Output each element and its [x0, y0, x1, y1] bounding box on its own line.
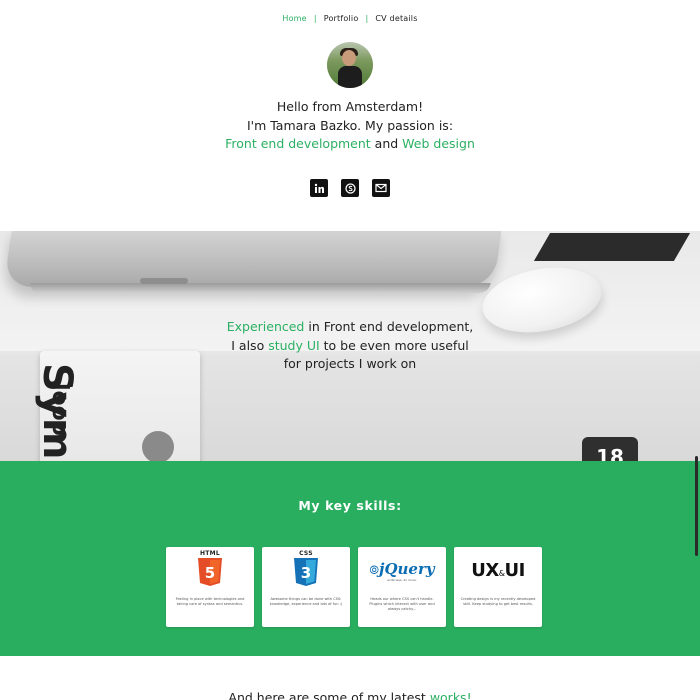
- passion-front-end: Front end development: [225, 136, 371, 151]
- latest-works: And here are some of my latest works!: [0, 690, 700, 700]
- hero-cube: 18: [582, 437, 638, 461]
- hero-experienced: Experienced: [226, 319, 305, 334]
- skills-cards: HTML 5 Feeling in place with technologie…: [166, 547, 542, 627]
- ux-label: UX: [471, 559, 499, 581]
- intro-passions: Front end development and Web design: [0, 135, 700, 154]
- hero-laptop: [3, 231, 503, 287]
- skills-title: My key skills:: [298, 498, 402, 513]
- hero-line-2-suffix: to be even more useful: [319, 337, 469, 353]
- jquery-logo: ⦾jQuery write less, do more.: [369, 559, 434, 582]
- ux-ui-icon: UX&UI: [454, 553, 542, 587]
- hero-sticker: [142, 431, 174, 461]
- main-nav: Home | Portfolio | CV details: [0, 14, 700, 23]
- skype-icon[interactable]: [341, 179, 359, 197]
- scrollbar-thumb[interactable]: [695, 456, 698, 556]
- skill-card-uxui[interactable]: UX&UI Creating design is my recently dev…: [454, 547, 542, 627]
- hero-laptop-edge: [29, 283, 491, 293]
- css3-label: CSS: [299, 549, 313, 557]
- avatar-body: [338, 66, 362, 88]
- nav-portfolio[interactable]: Portfolio: [317, 14, 366, 23]
- skill-card-html[interactable]: HTML 5 Feeling in place with technologie…: [166, 547, 254, 627]
- html5-icon: HTML 5: [166, 550, 254, 587]
- skill-desc-css: Awesome things can be done with CSS: kno…: [269, 597, 343, 606]
- html5-logo: HTML 5: [197, 550, 223, 591]
- study-ui-link[interactable]: study UI: [268, 338, 319, 353]
- skill-desc-jquery: Heads our where CSS can't handle. Plugin…: [369, 597, 435, 611]
- hero-line-2-prefix: I also: [231, 337, 269, 353]
- hero-line-1-rest: in Front end development,: [304, 319, 474, 334]
- skills-section: My key skills: HTML 5 Feeling in place w…: [0, 461, 700, 656]
- nav-cv-details[interactable]: CV details: [368, 14, 424, 23]
- nav-home[interactable]: Home: [275, 14, 313, 23]
- hero-book-logo: looo: [47, 383, 72, 436]
- passion-joiner: and: [370, 136, 403, 151]
- hero-mousepad: [533, 233, 691, 261]
- hero-line-3: for projects I work on: [283, 356, 417, 371]
- linkedin-icon[interactable]: [310, 179, 328, 197]
- jquery-label: jQuery: [379, 559, 435, 578]
- html5-shield: 5: [198, 557, 222, 586]
- html5-number: 5: [205, 564, 215, 582]
- css3-number: 3: [301, 564, 311, 582]
- hero-line-2: I also study UI to be even more useful: [0, 337, 700, 356]
- jquery-swirl-icon: ⦾: [369, 562, 380, 577]
- hero-text: Experienced in Front end development, I …: [0, 318, 700, 374]
- ui-label: UI: [504, 559, 525, 581]
- passion-web-design: Web design: [402, 136, 475, 151]
- hero-laptop-notch: [140, 278, 188, 284]
- css3-shield: 3: [294, 557, 318, 586]
- jquery-tagline: write less, do more.: [387, 577, 417, 582]
- avatar: [327, 42, 373, 88]
- intro-name: I'm Tamara Bazko. My passion is:: [246, 117, 454, 133]
- skill-desc-uxui: Creating design is my recently developed…: [460, 597, 536, 606]
- social-links: [0, 179, 700, 197]
- html5-label: HTML: [199, 549, 221, 557]
- works-link[interactable]: works!: [430, 690, 472, 700]
- hero-line-1: Experienced in Front end development,: [0, 318, 700, 337]
- intro-text: Hello from Amsterdam! I'm Tamara Bazko. …: [0, 98, 700, 154]
- css3-icon: CSS 3: [262, 550, 350, 587]
- skill-card-jquery[interactable]: ⦾jQuery write less, do more. Heads our w…: [358, 547, 446, 627]
- ux-ui-logo: UX&UI: [471, 560, 525, 581]
- jquery-icon: ⦾jQuery write less, do more.: [358, 553, 446, 587]
- latest-prefix: And here are some of my latest: [228, 690, 430, 700]
- skill-card-css[interactable]: CSS 3 Awesome things can be done with CS…: [262, 547, 350, 627]
- intro-greeting: Hello from Amsterdam!: [276, 99, 424, 114]
- skill-desc-html: Feeling in place with technologies and t…: [175, 597, 245, 606]
- avatar-head: [342, 50, 356, 66]
- email-icon[interactable]: [372, 179, 390, 197]
- css3-logo: CSS 3: [293, 550, 319, 591]
